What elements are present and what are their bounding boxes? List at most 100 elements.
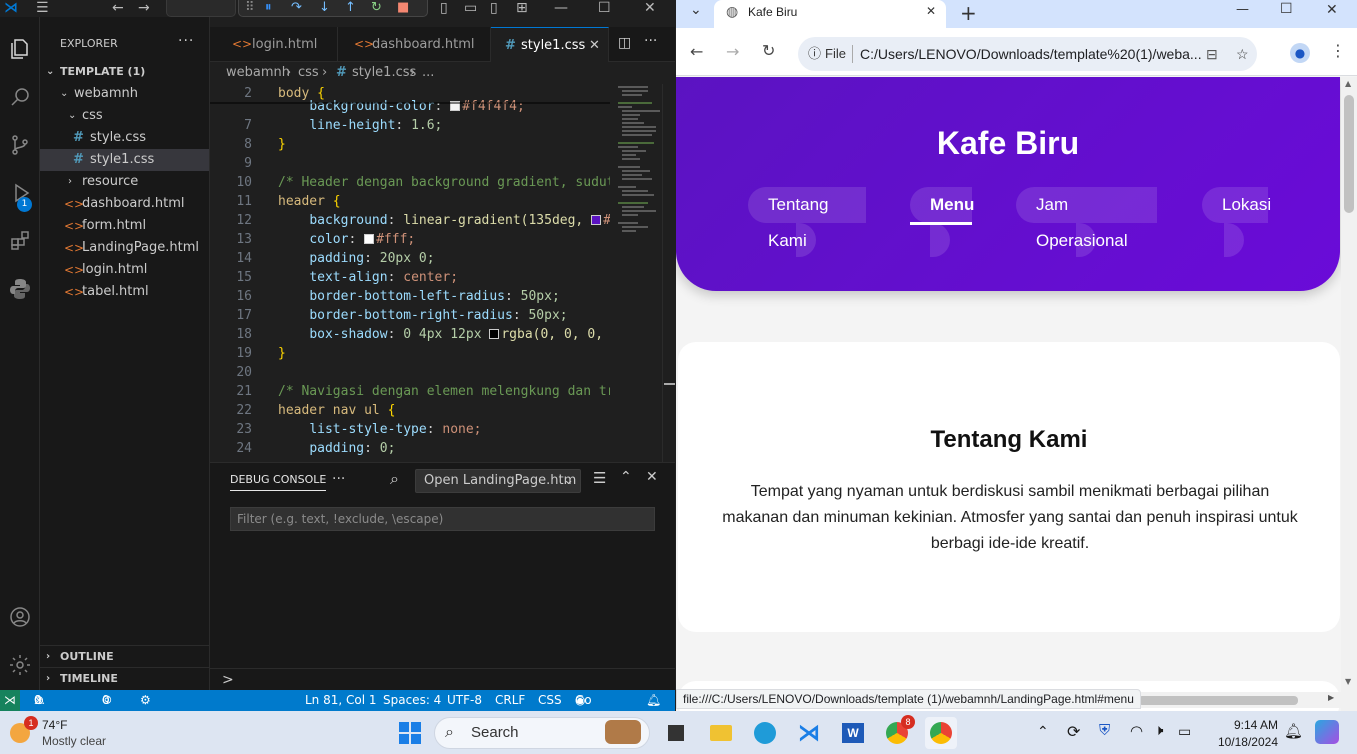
- close-panel-icon[interactable]: ✕: [646, 469, 658, 485]
- weather-widget[interactable]: 1 74°F Mostly clear: [8, 716, 118, 749]
- profile-avatar-icon[interactable]: ●: [1290, 43, 1310, 63]
- tree-folder-resource[interactable]: › resource: [40, 171, 209, 193]
- console-filter-input[interactable]: Filter (e.g. text, !exclude, \escape): [230, 507, 655, 531]
- bookmark-star-icon[interactable]: ☆: [1236, 37, 1249, 71]
- code-line[interactable]: 11 header {: [210, 192, 610, 211]
- drag-handle-icon[interactable]: ⠿: [245, 0, 255, 16]
- close-button[interactable]: ✕: [644, 0, 656, 16]
- search-icon[interactable]: [0, 77, 40, 117]
- encoding-setting[interactable]: UTF-8: [447, 690, 482, 711]
- page-scrollbar[interactable]: ▲ ▼: [1341, 77, 1357, 711]
- word-icon[interactable]: W: [837, 717, 869, 749]
- language-mode[interactable]: CSS: [538, 690, 562, 711]
- battery-icon[interactable]: ▭: [1178, 723, 1191, 740]
- address-bar[interactable]: ⓘ File C:/Users/LENOVO/Downloads/templat…: [798, 37, 1257, 71]
- scrollbar-thumb[interactable]: [1344, 95, 1354, 213]
- code-line[interactable]: 22 header nav ul {: [210, 401, 610, 420]
- taskbar-search[interactable]: ⌕ Search: [434, 717, 650, 749]
- timeline-section[interactable]: › TIMELINE: [40, 667, 209, 689]
- nav-link-lokasi[interactable]: Lokasi: [1202, 187, 1271, 223]
- eol-setting[interactable]: CRLF: [495, 690, 525, 711]
- code-line[interactable]: 15 text-align: center;: [210, 268, 610, 287]
- tree-file-tabel-html[interactable]: <> tabel.html: [40, 281, 209, 303]
- split-editor-icon[interactable]: ◫: [618, 35, 631, 51]
- scrollbar-thumb[interactable]: [664, 383, 675, 385]
- tab-dashboard-html[interactable]: <> dashboard.html: [338, 27, 491, 62]
- code-line[interactable]: 20: [210, 363, 610, 382]
- tree-folder-css[interactable]: ⌄ css: [40, 105, 209, 127]
- code-line[interactable]: 13 color: #fff;: [210, 230, 610, 249]
- python-icon[interactable]: [0, 269, 40, 309]
- toggle-secondary-sidebar-icon[interactable]: ▯: [490, 0, 498, 16]
- tree-file-style1-css[interactable]: # style1.css: [40, 149, 209, 171]
- close-tab-icon[interactable]: ✕: [589, 28, 600, 63]
- code-line[interactable]: background-color: #f4f4f4;: [210, 97, 610, 116]
- tab-style1-css[interactable]: # style1.css ✕: [491, 27, 609, 62]
- notifications-bell-icon[interactable]: 🔔︎: [646, 690, 661, 711]
- tree-folder-webamnh[interactable]: ⌄ webamnh: [40, 83, 209, 105]
- back-arrow-icon[interactable]: ←: [690, 42, 703, 61]
- translate-icon[interactable]: ⊟: [1206, 37, 1218, 71]
- step-into-button[interactable]: ↓: [319, 0, 330, 16]
- close-tab-icon[interactable]: ✕: [926, 4, 936, 18]
- forward-arrow-icon[interactable]: →: [726, 42, 739, 61]
- copilot-icon[interactable]: [1315, 720, 1339, 744]
- chrome-active-icon[interactable]: [925, 717, 957, 749]
- scroll-up-icon[interactable]: ▲: [1345, 79, 1351, 88]
- vscode-taskbar-icon[interactable]: ⋊: [793, 717, 825, 749]
- breadcrumb-item[interactable]: css: [298, 62, 319, 84]
- show-hidden-icons-chevron[interactable]: ⌃: [1037, 723, 1049, 740]
- menu-hamburger-icon[interactable]: ☰: [36, 0, 49, 16]
- code-line[interactable]: 8}: [210, 135, 610, 154]
- stop-button[interactable]: ■: [397, 0, 409, 16]
- tab-login-html[interactable]: <> login.html: [210, 27, 338, 62]
- tree-file-dashboard-html[interactable]: <> dashboard.html: [40, 193, 209, 215]
- step-over-button[interactable]: ↷: [291, 0, 302, 16]
- tree-file-login-html[interactable]: <> login.html: [40, 259, 209, 281]
- edge-icon[interactable]: [749, 717, 781, 749]
- color-swatch-icon[interactable]: [364, 234, 375, 244]
- console-prompt[interactable]: >: [210, 668, 675, 690]
- minimap[interactable]: [610, 84, 662, 462]
- nav-back-button[interactable]: ←: [112, 0, 124, 16]
- accounts-icon[interactable]: [0, 597, 40, 637]
- sync-icon[interactable]: ⟳: [1067, 722, 1080, 742]
- clock[interactable]: 9:14 AM 10/18/2024: [1210, 718, 1278, 749]
- code-line[interactable]: 23 list-style-type: none;: [210, 420, 610, 439]
- tree-file-landingpage-html[interactable]: <> LandingPage.html: [40, 237, 209, 259]
- step-out-button[interactable]: ↑: [345, 0, 356, 16]
- chrome-taskbar-icon[interactable]: 8: [881, 715, 915, 749]
- more-actions-icon[interactable]: ···: [644, 33, 657, 49]
- code-line[interactable]: 7 line-height: 1.6;: [210, 116, 610, 135]
- pause-button[interactable]: ⏸: [265, 0, 272, 16]
- close-window-button[interactable]: ✕: [1326, 2, 1338, 18]
- new-tab-button[interactable]: +: [960, 1, 977, 25]
- run-debug-icon[interactable]: 1: [0, 173, 40, 213]
- notifications-bell-icon[interactable]: 🔔︎: [1284, 722, 1303, 740]
- nav-forward-button[interactable]: →: [138, 0, 150, 16]
- explorer-icon[interactable]: [0, 29, 40, 69]
- start-button[interactable]: [394, 717, 426, 749]
- breadcrumb-item[interactable]: webamnh: [226, 62, 290, 84]
- customize-layout-icon[interactable]: ⊞: [516, 0, 528, 16]
- minimize-button[interactable]: —: [554, 0, 568, 16]
- tab-search-icon[interactable]: ⌄: [690, 2, 702, 18]
- code-line[interactable]: 17 border-bottom-right-radius: 50px;: [210, 306, 610, 325]
- wifi-icon[interactable]: ◠: [1130, 722, 1143, 740]
- debug-status-icon[interactable]: ⚙: [140, 690, 151, 711]
- code-line[interactable]: 21 /* Navigasi dengan elemen melengkung d…: [210, 382, 610, 401]
- code-editor[interactable]: 2 body { background-color: #f4f4f4; 7 line…: [210, 84, 610, 462]
- reload-icon[interactable]: ↻: [762, 41, 775, 60]
- settings-gear-icon[interactable]: [0, 645, 40, 685]
- tab-debug-console[interactable]: DEBUG CONSOLE: [230, 473, 327, 491]
- code-line[interactable]: 19}: [210, 344, 610, 363]
- menu-kebab-icon[interactable]: ⋮: [1330, 41, 1346, 60]
- code-line[interactable]: 10 /* Header dengan background gradient, …: [210, 173, 610, 192]
- extensions-icon[interactable]: [0, 221, 40, 261]
- search-icon[interactable]: ⌕: [390, 469, 399, 489]
- task-view-icon[interactable]: [660, 717, 692, 749]
- info-icon[interactable]: ⓘ: [808, 37, 821, 71]
- browser-tab[interactable]: ◍ Kafe Biru ✕: [714, 0, 946, 28]
- volume-icon[interactable]: 🕨: [1154, 722, 1163, 739]
- h-scrollbar-thumb[interactable]: [1138, 696, 1298, 705]
